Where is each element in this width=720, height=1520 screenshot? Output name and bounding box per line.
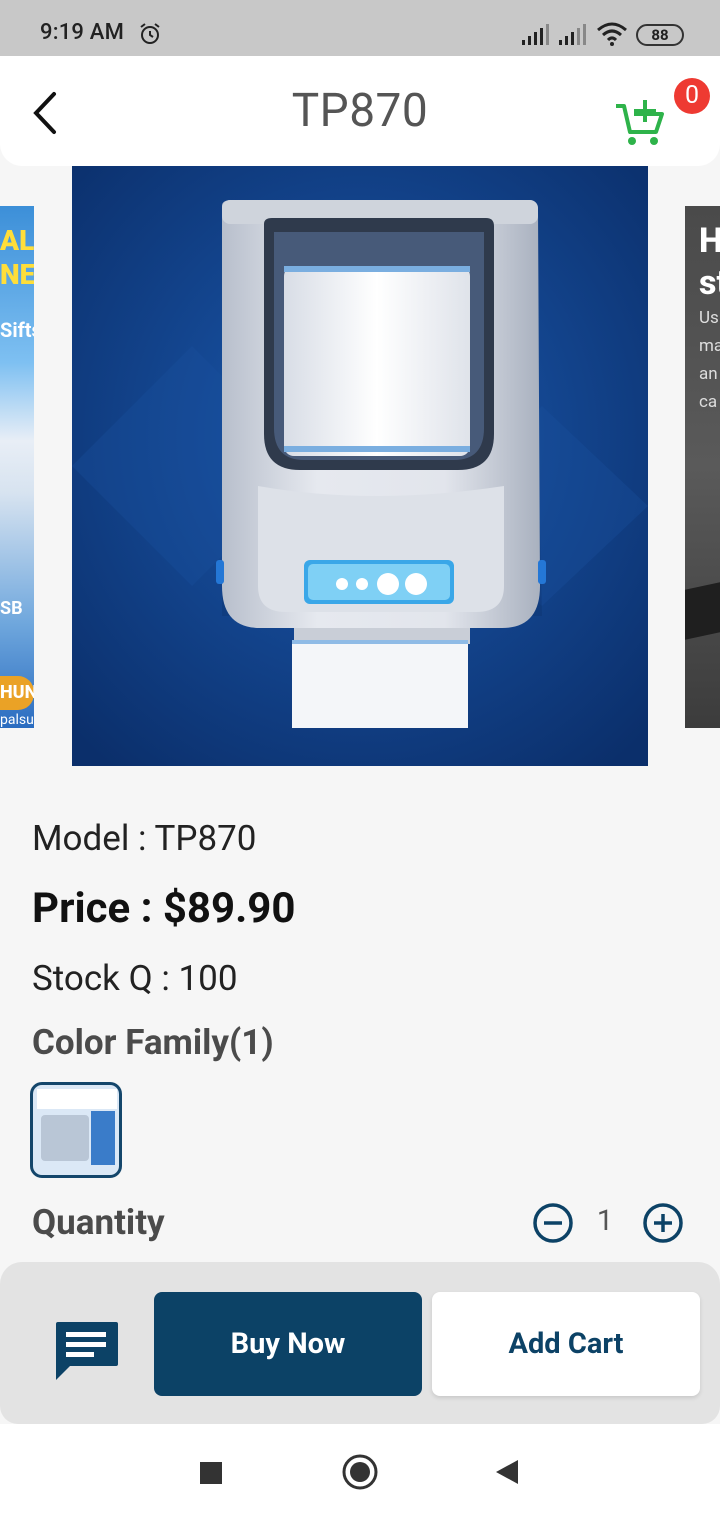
recents-icon[interactable] xyxy=(200,1462,222,1484)
swatch-thumbnail-printer xyxy=(41,1115,89,1161)
cart-plus-icon[interactable] xyxy=(612,100,668,148)
status-time: 9:19 AM xyxy=(40,20,125,45)
product-detail-screen: 9:19 AM 88 TP870 0 AL NE Sift SB HUN pal… xyxy=(0,0,720,1520)
slide-prev-text: HUN xyxy=(0,676,34,710)
status-bar: 9:19 AM 88 xyxy=(0,0,720,56)
slide-prev-text: AL NE xyxy=(0,224,34,291)
cart-count-badge: 0 xyxy=(674,78,710,114)
system-nav-bar xyxy=(0,1424,720,1520)
swatch-thumbnail-header xyxy=(37,1089,117,1109)
buy-now-button[interactable]: Buy Now xyxy=(154,1292,422,1396)
product-model: Model : TP870 xyxy=(32,818,257,859)
home-icon[interactable] xyxy=(342,1454,378,1490)
battery-icon: 88 xyxy=(636,24,684,46)
wifi-icon xyxy=(597,22,627,46)
signal-icon xyxy=(522,24,549,45)
plus-circle-icon[interactable] xyxy=(642,1202,684,1244)
alarm-icon xyxy=(140,23,160,44)
add-cart-button[interactable]: Add Cart xyxy=(432,1292,700,1396)
slide-prev-text: palsu xyxy=(0,712,34,728)
slide-next-text: Hst xyxy=(699,221,720,303)
product-stock: Stock Q : 100 xyxy=(32,958,238,999)
quantity-title: Quantity xyxy=(32,1202,165,1243)
carousel-slide-main[interactable] xyxy=(72,166,648,766)
product-image-carousel[interactable]: ALNE Sifts SB HUN palsu xyxy=(0,166,720,770)
back-triangle-icon[interactable] xyxy=(494,1458,520,1486)
slide-prev-text: SB xyxy=(0,598,23,619)
carousel-slide-prev[interactable]: ALNE Sifts SB HUN palsu xyxy=(0,206,34,728)
slide-prev-text: Sifts xyxy=(0,318,34,342)
product-price: Price : $89.90 xyxy=(32,884,296,933)
signal-icon xyxy=(559,24,586,45)
minus-circle-icon[interactable] xyxy=(532,1202,574,1244)
quantity-value: 1 xyxy=(596,1204,614,1238)
color-swatch-option[interactable] xyxy=(30,1082,122,1178)
printer-product-image xyxy=(72,166,648,766)
chat-icon[interactable] xyxy=(52,1318,122,1382)
bottom-action-bar: Buy Now Add Cart xyxy=(0,1262,720,1424)
swatch-thumbnail-banner xyxy=(91,1111,115,1165)
slide-next-text: Us ma an ca xyxy=(699,308,720,412)
color-family-title: Color Family(1) xyxy=(32,1022,274,1063)
carousel-slide-next[interactable]: Hst Us ma an ca xyxy=(685,206,720,728)
app-bar: TP870 0 xyxy=(0,56,720,166)
slide-next-decoration xyxy=(685,582,720,640)
